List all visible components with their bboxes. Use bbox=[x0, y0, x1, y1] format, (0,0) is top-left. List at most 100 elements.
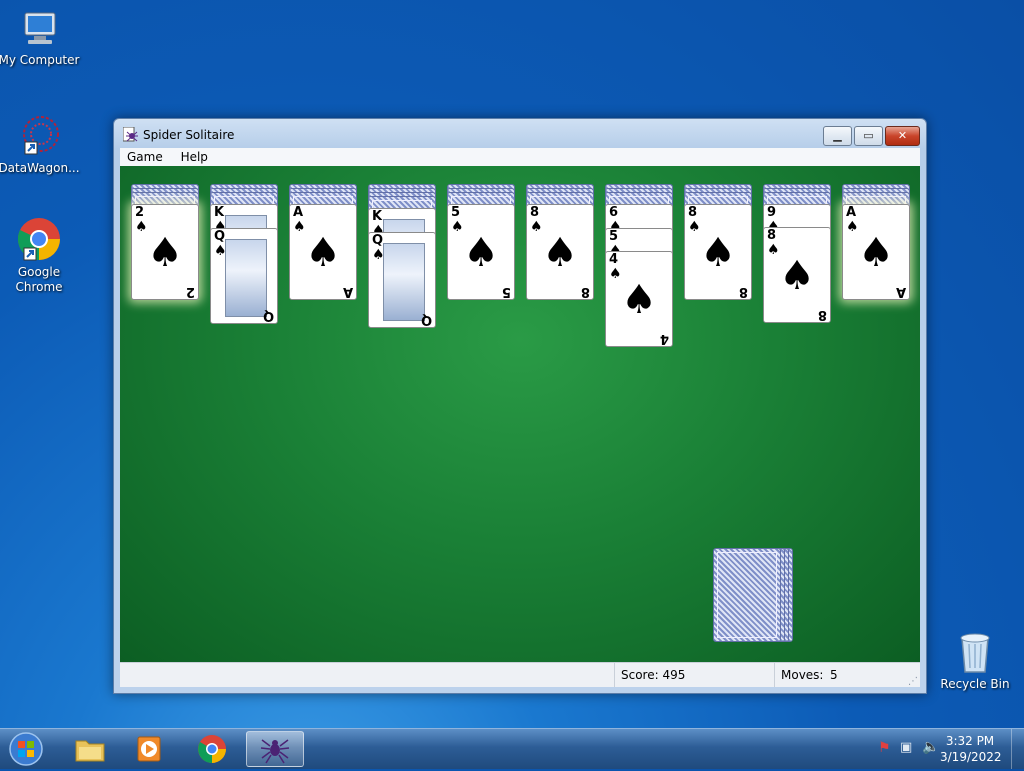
court-card-artwork bbox=[225, 239, 267, 317]
court-card-artwork bbox=[383, 243, 425, 321]
card-rank: 8 bbox=[767, 228, 777, 243]
card-suit: ♠ bbox=[451, 219, 464, 235]
maximize-button[interactable]: ▭ bbox=[854, 126, 883, 146]
chrome-icon bbox=[198, 735, 226, 763]
card-rank: K bbox=[372, 209, 383, 224]
taskbar: ⚑ ▣ 🔈 3:32 PM 3/19/2022 bbox=[0, 728, 1024, 769]
moves-label: Moves: bbox=[781, 668, 824, 682]
system-tray: ⚑ ▣ 🔈 3:32 PM 3/19/2022 bbox=[854, 729, 1024, 769]
card-rank: 6 bbox=[609, 205, 619, 220]
card-rank: 5 bbox=[451, 205, 461, 220]
spider-solitaire-window: Spider Solitaire ▁ ▭ ✕ Game Help ♠2♠2K♠K… bbox=[113, 118, 927, 694]
card-rank-bottom: 8 bbox=[738, 284, 748, 299]
close-button[interactable]: ✕ bbox=[885, 126, 920, 146]
card-suit: ♠ bbox=[135, 219, 148, 235]
clock[interactable]: 3:32 PM 3/19/2022 bbox=[940, 733, 1002, 765]
card-suit: ♠ bbox=[609, 266, 622, 282]
playing-card[interactable]: ♠ 8 ♠ 8 bbox=[763, 227, 831, 323]
datawagon-icon bbox=[23, 116, 59, 155]
menu-help[interactable]: Help bbox=[174, 148, 215, 166]
windows-start-icon bbox=[9, 732, 43, 766]
action-center-flag-icon[interactable]: ⚑ bbox=[878, 740, 891, 756]
spade-suit-icon: ♠ bbox=[542, 230, 578, 276]
card-rank-bottom: 8 bbox=[817, 307, 827, 322]
playing-card[interactable]: ♠ 2 ♠ 2 bbox=[131, 204, 199, 300]
card-rank: 8 bbox=[530, 205, 540, 220]
card-rank: 8 bbox=[688, 205, 698, 220]
card-rank: 9 bbox=[767, 205, 777, 220]
show-desktop-button[interactable] bbox=[1011, 729, 1024, 769]
desktop-icon-chrome[interactable]: Google Chrome bbox=[0, 216, 81, 295]
playing-card[interactable]: ♠ 4 ♠ 4 bbox=[605, 251, 673, 347]
desktop-icon-label: Google Chrome bbox=[15, 265, 63, 294]
playing-card[interactable]: ♠5♠5 bbox=[447, 204, 515, 300]
clock-date: 3/19/2022 bbox=[940, 750, 1002, 764]
spider-app-icon bbox=[123, 127, 138, 142]
card-suit: ♠ bbox=[767, 242, 780, 258]
desktop-icon-label: My Computer bbox=[0, 53, 80, 67]
card-rank-bottom: 5 bbox=[501, 284, 511, 299]
desktop-icon-label: DataWagon... bbox=[0, 161, 80, 175]
menu-bar: Game Help bbox=[120, 148, 920, 166]
taskbar-chrome[interactable] bbox=[184, 731, 240, 767]
taskbar-spider-solitaire[interactable] bbox=[246, 731, 304, 767]
title-bar[interactable]: Spider Solitaire ▁ ▭ ✕ bbox=[114, 119, 926, 151]
volume-icon[interactable]: 🔈 bbox=[922, 739, 939, 755]
desktop-icon-datawagon[interactable]: DataWagon... bbox=[0, 114, 81, 176]
card-rank: 2 bbox=[135, 205, 145, 220]
minimize-icon: ▁ bbox=[833, 129, 842, 142]
spade-suit-icon: ♠ bbox=[463, 230, 499, 276]
clock-time: 3:32 PM bbox=[945, 734, 995, 748]
chrome-icon bbox=[17, 218, 60, 261]
desktop-icon-recycle-bin[interactable]: Recycle Bin bbox=[933, 630, 1017, 692]
playing-card[interactable]: Q ♠ Q bbox=[210, 228, 278, 324]
spade-suit-icon: ♠ bbox=[621, 277, 657, 323]
card-rank: Q bbox=[214, 229, 226, 244]
moves-value: 5 bbox=[830, 668, 838, 682]
playing-card[interactable]: ♠ 8 ♠ 8 bbox=[526, 204, 594, 300]
stock-pile-card[interactable] bbox=[713, 548, 781, 642]
start-button[interactable] bbox=[6, 731, 46, 767]
playing-card[interactable]: ♠ 8 ♠ 8 bbox=[684, 204, 752, 300]
network-icon[interactable]: ▣ bbox=[900, 740, 912, 755]
maximize-icon: ▭ bbox=[863, 129, 874, 142]
card-rank: Q bbox=[372, 233, 384, 248]
spade-suit-icon: ♠ bbox=[858, 230, 894, 276]
card-rank-bottom: A bbox=[342, 284, 353, 299]
taskbar-explorer[interactable] bbox=[62, 731, 118, 767]
close-icon: ✕ bbox=[897, 129, 908, 142]
card-rank: A bbox=[293, 205, 304, 220]
playing-card[interactable]: Q ♠ Q bbox=[368, 232, 436, 328]
card-rank-bottom: 2 bbox=[185, 284, 195, 299]
playing-card[interactable]: ♠ A ♠ A bbox=[842, 204, 910, 300]
spade-suit-icon: ♠ bbox=[779, 253, 815, 299]
card-suit: ♠ bbox=[372, 247, 385, 263]
game-table[interactable]: ♠2♠2K♠KQ♠Q♠A♠AK♠KQ♠Q♠5♠5♠8♠8♠6♠6♠5♠5♠4♠4… bbox=[120, 166, 920, 662]
card-rank-bottom: Q bbox=[420, 312, 432, 327]
card-rank-bottom: 4 bbox=[659, 331, 669, 346]
card-suit: ♠ bbox=[688, 219, 701, 235]
card-rank: 4 bbox=[609, 252, 619, 267]
card-rank: K bbox=[214, 205, 225, 220]
minimize-button[interactable]: ▁ bbox=[823, 126, 852, 146]
playing-card[interactable]: ♠ A ♠ A bbox=[289, 204, 357, 300]
spider-icon bbox=[260, 739, 290, 764]
card-suit: ♠ bbox=[530, 219, 543, 235]
card-rank-bottom: A bbox=[895, 284, 906, 299]
card-rank: A bbox=[846, 205, 857, 220]
recycle-bin-icon bbox=[960, 633, 990, 673]
card-suit: ♠ bbox=[293, 219, 306, 235]
score-display: Score: 495 bbox=[621, 668, 686, 682]
card-rank-bottom: Q bbox=[262, 308, 274, 323]
spade-suit-icon: ♠ bbox=[305, 230, 341, 276]
folder-icon bbox=[75, 740, 105, 762]
resize-grip-icon[interactable]: ⋰ bbox=[908, 676, 918, 687]
card-suit: ♠ bbox=[214, 243, 227, 259]
card-rank-bottom: 8 bbox=[580, 284, 590, 299]
spade-suit-icon: ♠ bbox=[147, 230, 183, 276]
desktop-icon-label: Recycle Bin bbox=[940, 677, 1010, 691]
taskbar-media-player[interactable] bbox=[122, 731, 178, 767]
desktop-icon-my-computer[interactable]: My Computer bbox=[0, 10, 81, 68]
card-suit: ♠ bbox=[846, 219, 859, 235]
menu-game[interactable]: Game bbox=[120, 148, 170, 166]
